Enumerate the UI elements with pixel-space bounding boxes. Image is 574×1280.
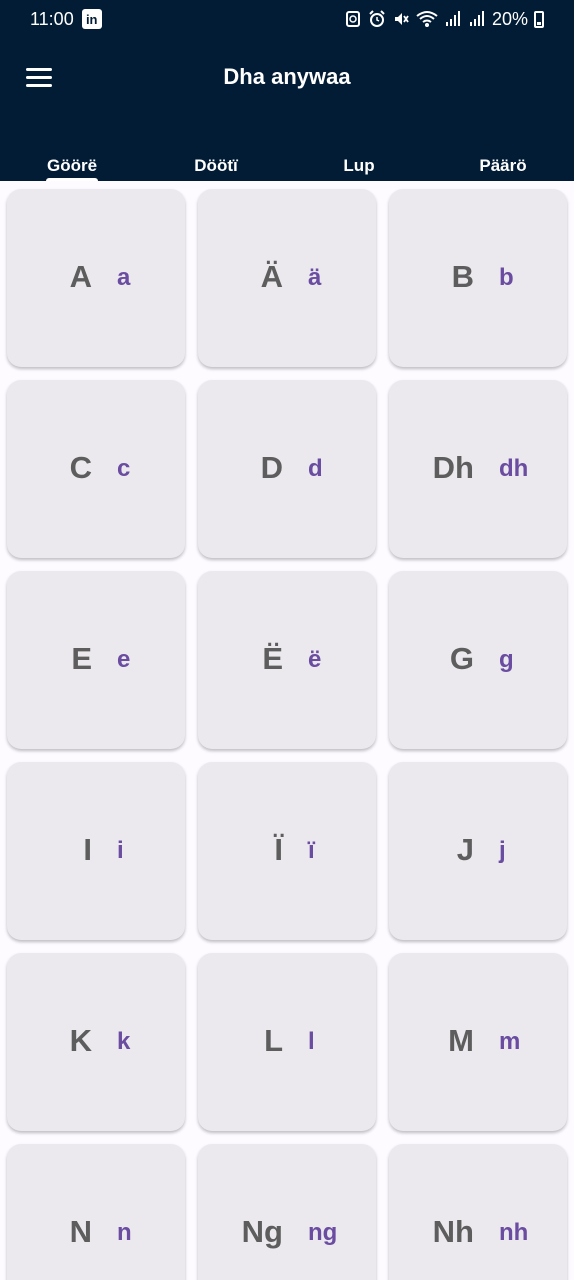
uppercase-letter: Ng <box>241 1214 283 1249</box>
lowercase-letter: i <box>117 837 124 864</box>
lowercase-letter: ï <box>308 837 315 864</box>
mute-icon <box>394 13 409 25</box>
page-title: Dha anywaa <box>223 64 351 89</box>
letter-card[interactable]: Ää <box>198 189 376 367</box>
letter-card[interactable]: Nh nh <box>389 1144 567 1280</box>
signal-icon <box>445 11 460 26</box>
uppercase-letter: I <box>83 832 92 867</box>
uppercase-letter: Nh <box>432 1214 474 1249</box>
lowercase-letter: ng <box>308 1219 338 1246</box>
uppercase-letter: C <box>69 450 92 485</box>
letter-card[interactable]: Dd <box>198 380 376 558</box>
lowercase-letter: l <box>308 1028 315 1055</box>
uppercase-letter: E <box>71 641 92 676</box>
lowercase-letter: k <box>117 1028 131 1055</box>
letter-card[interactable]: Jj <box>389 762 567 940</box>
signal-icon-2 <box>469 11 484 26</box>
letter-card[interactable]: Cc <box>7 380 185 558</box>
uppercase-letter: D <box>260 450 283 485</box>
uppercase-letter: B <box>451 259 474 294</box>
uppercase-letter: L <box>264 1023 283 1058</box>
letter-card[interactable]: Ng ng <box>198 1144 376 1280</box>
linkedin-icon: in <box>81 9 102 29</box>
letter-card[interactable]: Dh dh <box>389 380 567 558</box>
wifi-icon <box>416 11 438 27</box>
app-bar: 11:00 in 20% Dha anywaa Göörë Döötï Lup … <box>0 0 574 181</box>
recycle-icon <box>345 11 360 27</box>
alarm-icon <box>369 10 385 27</box>
uppercase-letter: G <box>449 641 474 676</box>
status-time: 11:00 <box>30 8 74 29</box>
uppercase-letter: M <box>448 1023 474 1058</box>
letter-grid: Aa Ää Bb Cc Dd Dh dh Ee Ëë Gg Ii Ïï Jj Kk Ll Mm Nn Ng ng Nh… <box>7 189 567 1280</box>
letter-card[interactable]: Bb <box>389 189 567 367</box>
uppercase-letter: Ë <box>262 641 283 676</box>
letter-card[interactable]: Ïï <box>198 762 376 940</box>
lowercase-letter: ä <box>308 264 322 291</box>
toolbar: Dha anywaa <box>0 52 574 102</box>
letter-card[interactable]: Gg <box>389 571 567 749</box>
tab-bar: Göörë Döötï Lup Päärö <box>0 150 574 181</box>
uppercase-letter: N <box>69 1214 92 1249</box>
letter-card[interactable]: Mm <box>389 953 567 1131</box>
tab-goore[interactable]: Göörë <box>46 156 98 181</box>
uppercase-letter: A <box>69 259 92 294</box>
lowercase-letter: d <box>308 455 323 482</box>
letter-card[interactable]: Ëë <box>198 571 376 749</box>
status-bar: 11:00 in 20% <box>0 0 574 38</box>
lowercase-letter: j <box>499 837 506 864</box>
uppercase-letter: K <box>69 1023 92 1058</box>
lowercase-letter: dh <box>499 455 529 482</box>
letter-card[interactable]: Ee <box>7 571 185 749</box>
uppercase-letter: Ä <box>260 259 283 294</box>
lowercase-letter: c <box>117 455 131 482</box>
letter-card[interactable]: Aa <box>7 189 185 367</box>
tab-dooti[interactable]: Döötï <box>192 156 240 181</box>
lowercase-letter: g <box>499 646 514 673</box>
lowercase-letter: b <box>499 264 514 291</box>
lowercase-letter: a <box>117 264 131 291</box>
tab-lup[interactable]: Lup <box>342 156 376 181</box>
status-left: 11:00 in <box>30 9 102 30</box>
lowercase-letter: m <box>499 1028 521 1055</box>
uppercase-letter: J <box>456 832 474 867</box>
battery-percent: 20% <box>491 8 528 29</box>
letter-card[interactable]: Ll <box>198 953 376 1131</box>
status-right: 20% <box>344 9 544 30</box>
uppercase-letter: Dh <box>432 450 474 485</box>
lowercase-letter: n <box>117 1219 132 1246</box>
tab-paaro[interactable]: Päärö <box>477 156 529 181</box>
battery-icon <box>534 10 544 28</box>
letter-card[interactable]: Nn <box>7 1144 185 1280</box>
letter-card[interactable]: Ii <box>7 762 185 940</box>
uppercase-letter: Ï <box>274 832 283 867</box>
letter-card[interactable]: Kk <box>7 953 185 1131</box>
lowercase-letter: e <box>117 646 131 673</box>
lowercase-letter: nh <box>499 1219 529 1246</box>
lowercase-letter: ë <box>308 646 322 673</box>
